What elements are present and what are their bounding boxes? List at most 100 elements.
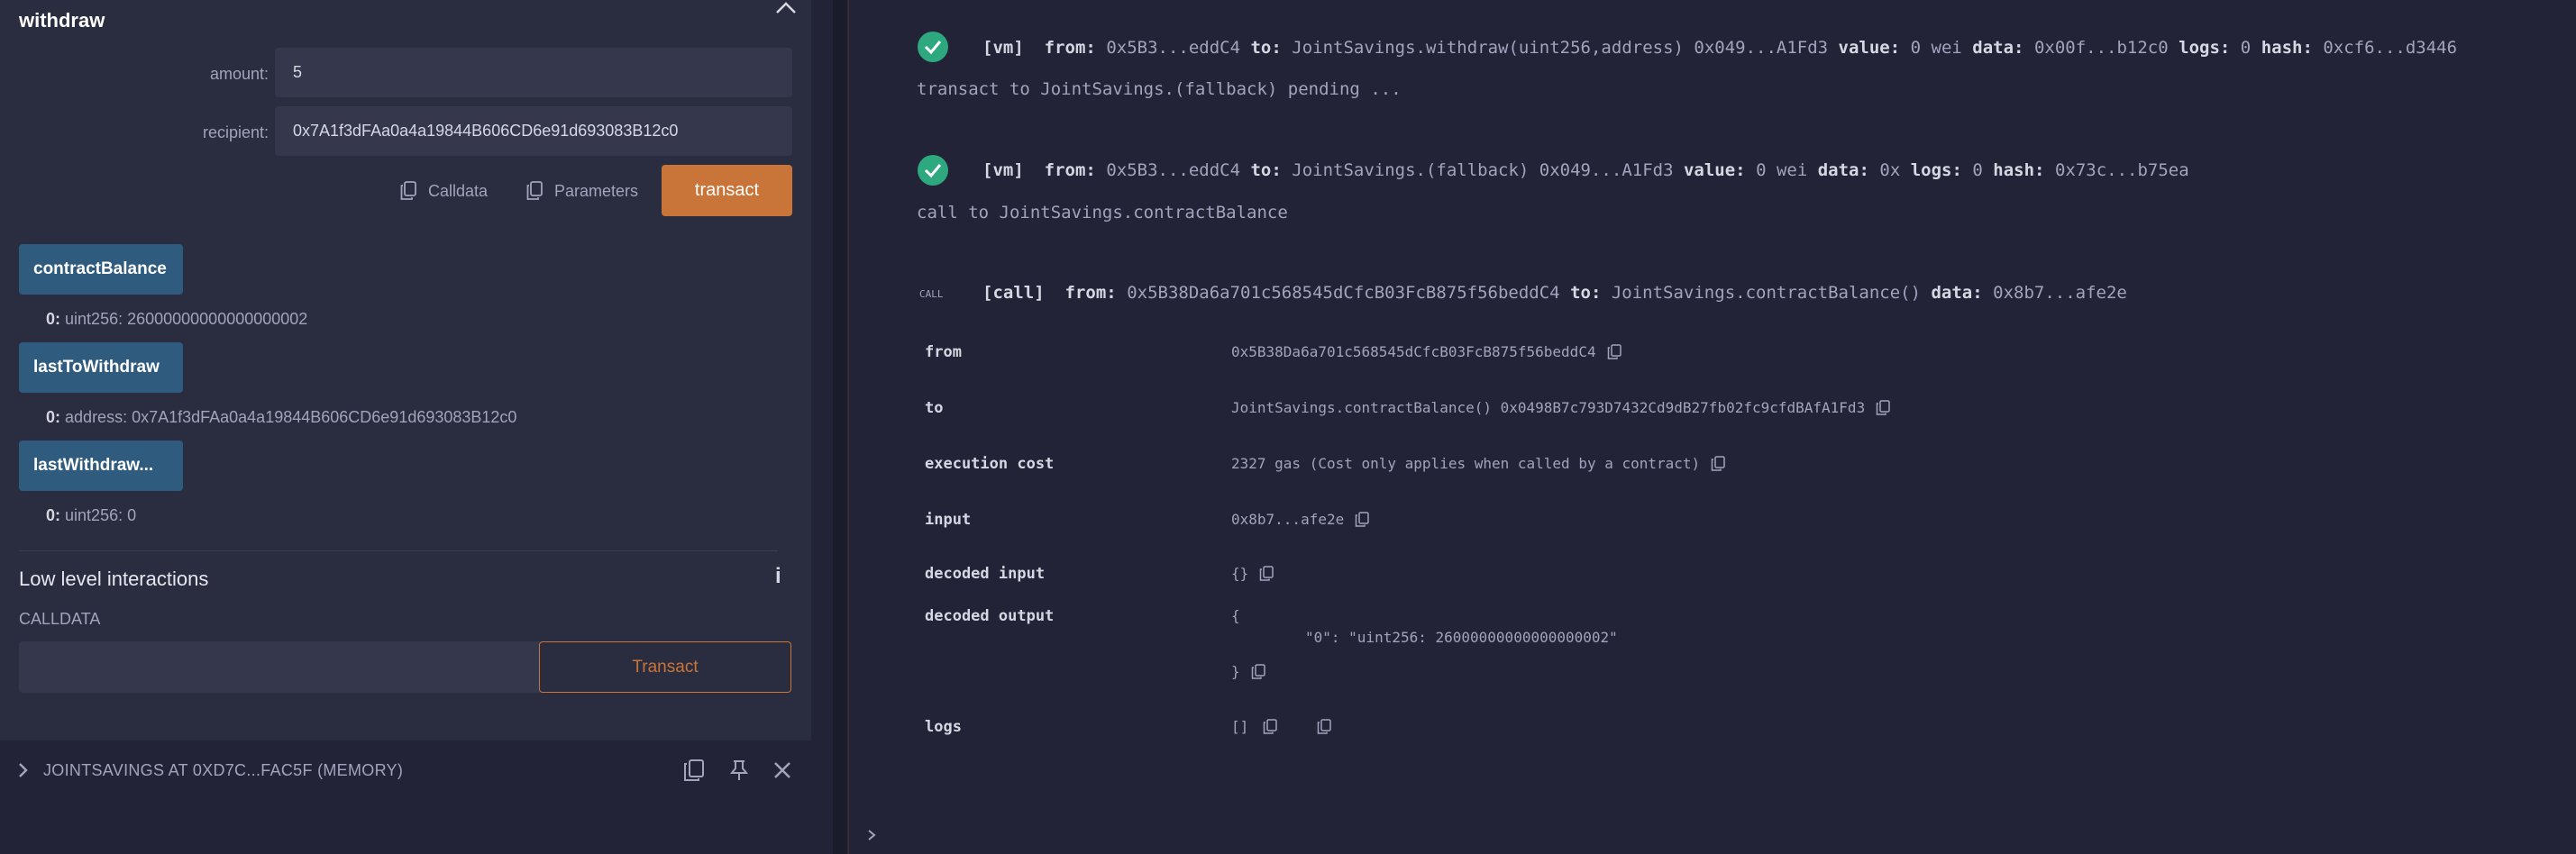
value-key: value:	[1683, 160, 1746, 180]
from-value: 0x5B3...eddC4	[1106, 160, 1241, 180]
function-card: withdraw amount: recipient: Calldata Par…	[0, 0, 811, 740]
copy-icon[interactable]	[1711, 455, 1725, 472]
hash-value: 0x73c...b75ea	[2054, 160, 2189, 180]
call-type-tag: [call]	[982, 283, 1045, 303]
to-value: JointSavings.contractBalance() 0x0498B7c…	[1231, 399, 1866, 416]
to-key: to:	[1570, 283, 1602, 303]
tx-log-line[interactable]: [vm] from: 0x5B3...eddC4 to: JointSaving…	[982, 160, 2189, 180]
output-value: address: 0x7A1f3dFAa0a4a19844B606CD6e91d…	[65, 408, 517, 426]
instance-label: JOINTSAVINGS AT 0XD7C...FAC5F (MEMORY)	[43, 761, 404, 779]
to-value: JointSavings.withdraw(uint256,address) 0…	[1292, 38, 1829, 58]
call-log-line[interactable]: [call] from: 0x5B38Da6a701c568545dCfcB03…	[982, 283, 2127, 303]
contract-balance-output: 0: uint256: 26000000000000000002	[46, 310, 307, 329]
from-key: from:	[1064, 283, 1117, 303]
low-level-transact-button[interactable]: Transact	[539, 641, 791, 693]
from-key: from	[925, 343, 962, 361]
hash-key: hash:	[2261, 38, 2313, 58]
data-value: 0x8b7...afe2e	[1993, 283, 2127, 303]
transact-button[interactable]: transact	[662, 165, 792, 216]
logs-value: 0	[1972, 160, 1983, 180]
output-value: uint256: 0	[65, 506, 137, 524]
value-key: value:	[1838, 38, 1901, 58]
check-circle-icon	[918, 155, 948, 186]
logs-row: []	[1231, 718, 1332, 735]
to-key: to	[925, 399, 944, 417]
copy-icon	[400, 181, 416, 200]
from-value: 0x5B3...eddC4	[1106, 38, 1241, 58]
from-value: 0x5B38Da6a701c568545dCfcB03FcB875f56bedd…	[1231, 343, 1596, 360]
last-to-withdraw-output: 0: address: 0x7A1f3dFAa0a4a19844B606CD6e…	[46, 408, 516, 427]
logs-key: logs:	[2179, 38, 2231, 58]
hash-key: hash:	[1993, 160, 2045, 180]
copy-icon[interactable]	[1607, 343, 1621, 360]
to-key: to:	[1250, 160, 1282, 180]
recipient-label: recipient:	[202, 123, 269, 141]
output-index: 0:	[46, 408, 61, 426]
logs-key: logs:	[1910, 160, 1962, 180]
data-value: 0x00f...b12c0	[2033, 38, 2169, 58]
check-circle-icon	[918, 32, 948, 62]
decoded-output-close: }	[1231, 663, 1240, 680]
prompt-chevron-icon[interactable]	[865, 827, 878, 843]
last-to-withdraw-button[interactable]: lastToWithdraw	[19, 342, 183, 393]
execution-cost-row: 2327 gas (Cost only applies when called …	[1231, 455, 1725, 472]
logs-value: 0	[2240, 38, 2252, 58]
calldata-label: CALLDATA	[19, 610, 101, 628]
logs-key: logs	[925, 718, 962, 736]
value-value: 0 wei	[1910, 38, 1962, 58]
decoded-output-close-row: }	[1231, 663, 1265, 680]
execution-cost-value: 2327 gas (Cost only applies when called …	[1231, 455, 1701, 472]
panel-splitter[interactable]	[833, 0, 848, 854]
vm-tag: [vm]	[982, 38, 1024, 58]
recipient-input[interactable]	[275, 106, 792, 156]
decoded-output-body: "0": "uint256: 26000000000000000002"	[1305, 629, 1618, 646]
decoded-input-row: {}	[1231, 565, 1274, 582]
from-value: 0x5B38Da6a701c568545dCfcB03FcB875f56bedd…	[1127, 283, 1560, 303]
tx-log-line[interactable]: [vm] from: 0x5B3...eddC4 to: JointSaving…	[982, 38, 2457, 58]
from-key: from:	[1044, 160, 1096, 180]
data-value: 0x	[1879, 160, 1901, 180]
call-tag: CALL	[919, 288, 944, 300]
to-value: JointSavings.(fallback) 0x049...A1Fd3	[1292, 160, 1674, 180]
hash-value: 0xcf6...d3446	[2323, 38, 2458, 58]
info-icon[interactable]: i	[775, 564, 781, 589]
copy-icon[interactable]	[1259, 565, 1274, 582]
calldata-button[interactable]: Calldata	[399, 181, 488, 201]
input-key: input	[925, 511, 972, 529]
execution-cost-key: execution cost	[925, 455, 1055, 473]
deploy-run-panel: withdraw amount: recipient: Calldata Par…	[0, 0, 829, 854]
from-value-row: 0x5B38Da6a701c568545dCfcB03FcB875f56bedd…	[1231, 343, 1621, 360]
copy-icon[interactable]	[1317, 718, 1332, 735]
amount-input[interactable]	[275, 48, 792, 97]
last-withdraw-button[interactable]: lastWithdraw...	[19, 441, 183, 491]
deployed-instance-row[interactable]: JOINTSAVINGS AT 0XD7C...FAC5F (MEMORY)	[0, 750, 811, 793]
copy-icon	[526, 181, 543, 200]
chevron-right-icon[interactable]	[16, 761, 29, 779]
copy-icon[interactable]	[1263, 718, 1278, 735]
data-key: data:	[1817, 160, 1869, 180]
decoded-output-key: decoded output	[925, 607, 1055, 625]
to-value: JointSavings.contractBalance()	[1611, 283, 1922, 303]
call-to-line: call to JointSavings.contractBalance	[917, 203, 1288, 223]
copy-icon[interactable]	[1251, 663, 1265, 680]
chevron-up-icon[interactable]	[772, 0, 800, 18]
output-index: 0:	[46, 506, 61, 524]
terminal-panel: [vm] from: 0x5B3...eddC4 to: JointSaving…	[849, 0, 2576, 854]
to-key: to:	[1250, 38, 1282, 58]
last-withdraw-output: 0: uint256: 0	[46, 506, 136, 525]
copy-icon[interactable]	[682, 759, 706, 782]
copy-icon[interactable]	[1876, 399, 1890, 416]
decoded-input-key: decoded input	[925, 565, 1046, 583]
from-key: from:	[1044, 38, 1096, 58]
amount-label: amount:	[209, 65, 269, 83]
contract-balance-button[interactable]: contractBalance	[19, 244, 183, 295]
close-icon[interactable]	[771, 759, 794, 782]
calldata-button-label: Calldata	[428, 181, 489, 200]
parameters-button-label: Parameters	[554, 181, 639, 200]
input-value: 0x8b7...afe2e	[1231, 511, 1345, 528]
calldata-input[interactable]	[19, 641, 540, 693]
pin-icon[interactable]	[727, 759, 751, 782]
parameters-button[interactable]: Parameters	[525, 181, 638, 201]
copy-icon[interactable]	[1355, 511, 1369, 528]
to-value-row: JointSavings.contractBalance() 0x0498B7c…	[1231, 399, 1890, 416]
